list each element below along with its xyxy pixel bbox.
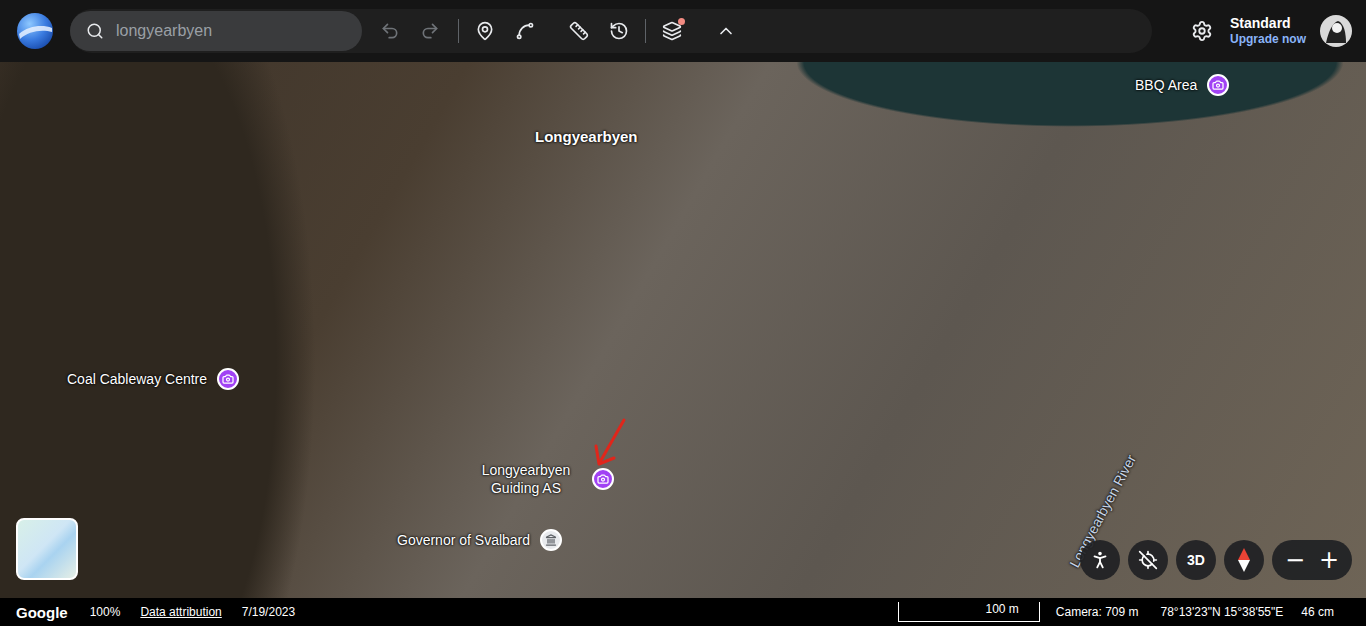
plan-name: Standard [1230, 15, 1306, 32]
undo-button[interactable] [376, 17, 404, 45]
pegman-icon [1089, 549, 1111, 571]
toolbar-separator [645, 19, 646, 43]
plan-box: StandardUpgrade now [1230, 15, 1306, 46]
map-label[interactable]: BBQ Area [1135, 74, 1229, 96]
locate-off-icon [1138, 550, 1158, 570]
poi-pin[interactable] [217, 368, 239, 390]
search-icon [86, 22, 104, 40]
view-3d-button[interactable]: 3D [1176, 540, 1216, 580]
toolbar: longyearbyen [70, 9, 1152, 53]
search-field[interactable]: longyearbyen [70, 11, 362, 51]
camera-icon [597, 473, 609, 485]
coordinates: 78°13'23"N 15°38'55"E [1161, 605, 1284, 619]
upgrade-link[interactable]: Upgrade now [1230, 32, 1306, 46]
history-button[interactable] [605, 17, 633, 45]
landmark-icon [545, 534, 557, 546]
collapse-button[interactable] [712, 17, 740, 45]
zoom-out-button[interactable]: − [1278, 540, 1312, 580]
location-button[interactable] [1128, 540, 1168, 580]
data-attribution-link[interactable]: Data attribution [140, 605, 221, 619]
map-label[interactable]: Longyearbyen Guiding AS [472, 461, 614, 497]
google-logo: Google [16, 604, 68, 621]
resolution: 46 cm [1301, 605, 1334, 619]
compass-button[interactable] [1224, 540, 1264, 580]
poi-pin[interactable] [592, 468, 614, 490]
map-label[interactable]: Governor of Svalbard [397, 529, 562, 551]
zoom-in-button[interactable]: + [1312, 540, 1346, 580]
layers-button[interactable] [658, 17, 686, 45]
avatar-icon[interactable] [1320, 15, 1352, 47]
zoom-level: 100% [90, 605, 121, 619]
government-pin[interactable] [540, 529, 562, 551]
placemark-button[interactable] [471, 17, 499, 45]
google-earth-page: longyearbyen StandardUpgrade now Longyearb… [0, 0, 1366, 626]
measure-button[interactable] [565, 17, 593, 45]
redo-icon [420, 21, 440, 41]
map-label: Longyearbyen [535, 128, 638, 146]
toolbar-separator [458, 19, 459, 43]
street-view-button[interactable] [1080, 540, 1120, 580]
map-label-text: Coal Cableway Centre [67, 370, 207, 388]
chevron-up-icon [716, 21, 736, 41]
settings-button[interactable] [1188, 17, 1216, 45]
redo-button[interactable] [416, 17, 444, 45]
camera-icon [222, 373, 234, 385]
google-earth-logo-icon[interactable] [16, 12, 54, 50]
history-icon [609, 21, 629, 41]
account-area: StandardUpgrade now [1188, 15, 1352, 47]
compass-icon [1235, 547, 1253, 573]
red-arrow-icon [588, 414, 630, 474]
path-icon [515, 21, 535, 41]
camera-icon [1212, 79, 1224, 91]
scale-bar: 100 m [898, 602, 1040, 622]
undo-icon [380, 21, 400, 41]
search-text[interactable]: longyearbyen [116, 22, 212, 40]
map-label-text: Longyearbyen [535, 128, 638, 146]
zoom-control: −+ [1272, 540, 1352, 580]
pin-icon [475, 21, 495, 41]
map-label-text: Governor of Svalbard [397, 531, 530, 549]
poi-pin[interactable] [1207, 74, 1229, 96]
minimap-thumbnail[interactable] [16, 518, 78, 580]
map-label-text: BBQ Area [1135, 76, 1197, 94]
gear-icon [1191, 20, 1213, 42]
notification-badge [678, 18, 685, 25]
satellite-map[interactable]: Longyearbyen BBQ Area Coal Cableway Centre… [0, 62, 1366, 598]
scale-text: 100 m [985, 602, 1018, 616]
map-label[interactable]: Coal Cableway Centre [67, 368, 239, 390]
ruler-icon [569, 21, 589, 41]
camera-altitude: Camera: 709 m [1056, 605, 1139, 619]
map-controls: 3D −+ [1080, 540, 1352, 580]
path-button[interactable] [511, 17, 539, 45]
top-bar: longyearbyen StandardUpgrade now [0, 0, 1366, 62]
status-bar: Google 100% Data attribution 7/19/2023 100 m… [0, 598, 1366, 626]
imagery-date: 7/19/2023 [242, 605, 295, 619]
map-label-text: Longyearbyen Guiding AS [472, 461, 580, 497]
